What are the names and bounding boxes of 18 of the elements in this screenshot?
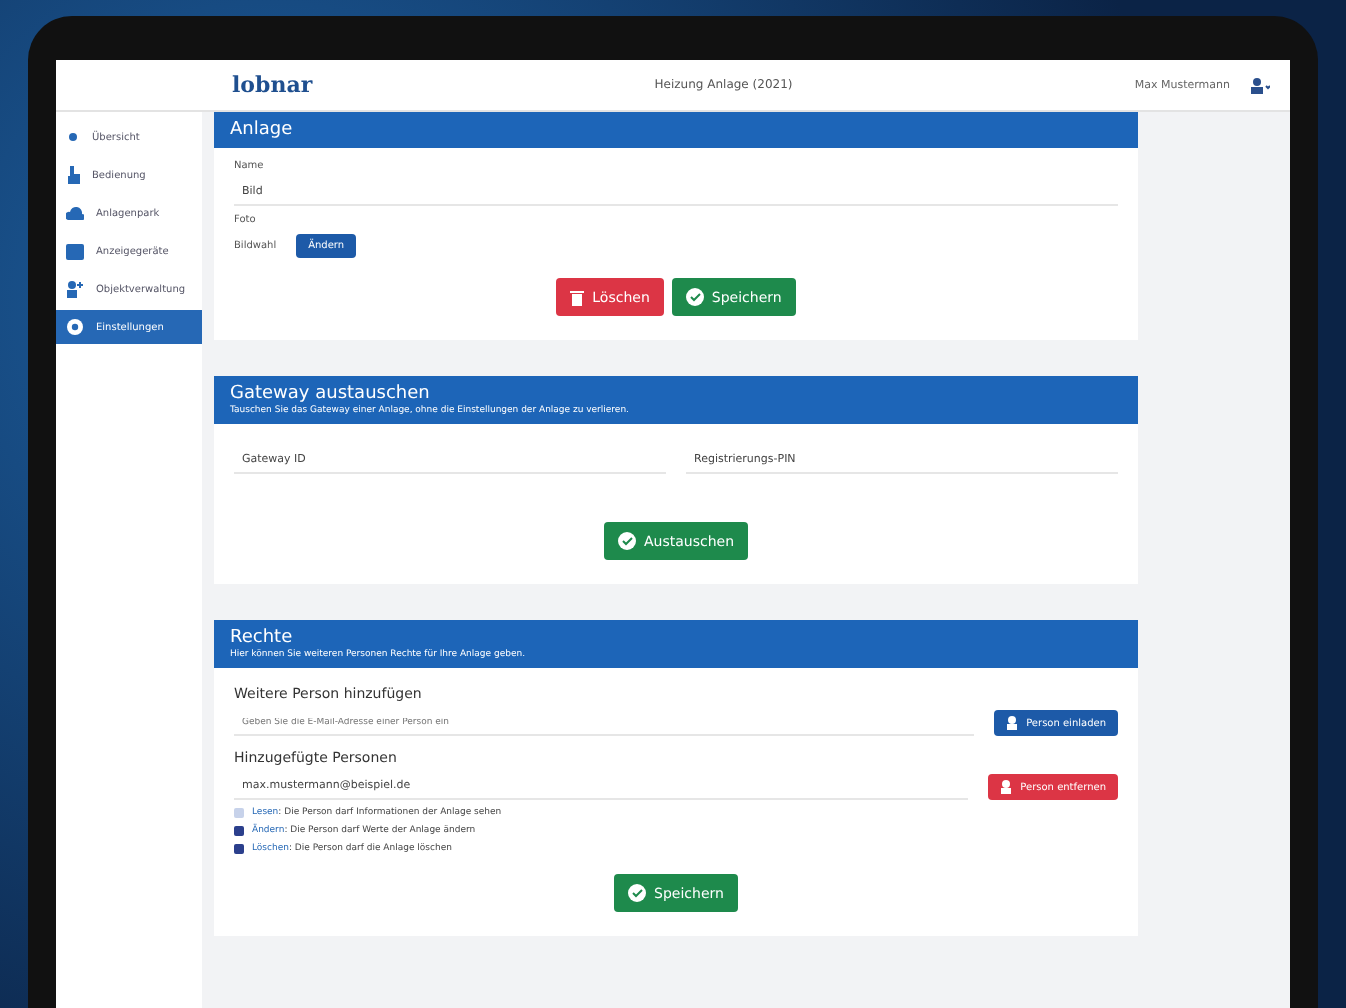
card-title: Anlage [230,120,295,140]
checkbox[interactable] [234,826,244,836]
checkbox[interactable] [234,844,244,854]
person-plus-icon [66,280,84,298]
person-icon [1006,716,1019,730]
cloud-icon [66,206,84,220]
check-icon [628,884,647,902]
check-icon [685,288,704,306]
checkbox[interactable] [234,808,244,818]
dot-icon [66,130,80,144]
card-title: Gateway austauschen [230,384,432,404]
check-icon [617,532,636,550]
settings-icon [66,318,84,336]
person-icon [1000,780,1013,794]
brand-logo: lobnar [232,72,313,98]
user-icon[interactable] [1250,77,1270,93]
card-title: Rechte [230,628,295,648]
trash-icon [570,289,585,305]
